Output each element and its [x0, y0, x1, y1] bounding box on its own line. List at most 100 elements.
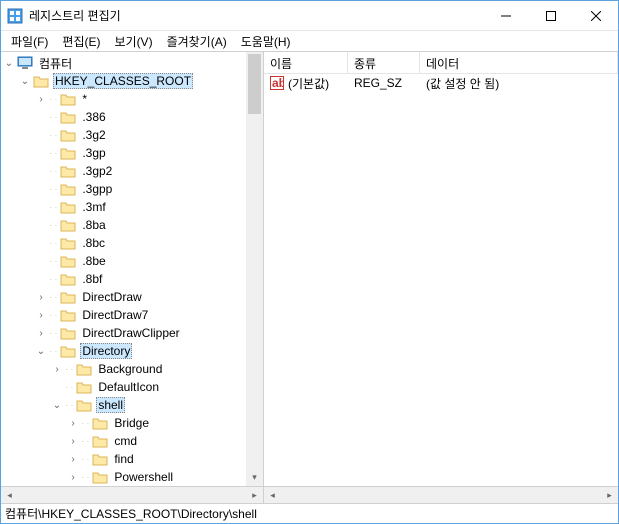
tree-guide-dots: ·· — [49, 293, 60, 302]
menu-edit[interactable]: 편집(E) — [56, 32, 106, 51]
tree-guide-dots: ·· — [81, 419, 92, 428]
tree-label-powershell: Powershell — [112, 470, 175, 484]
tree-label-hkcr: HKEY_CLASSES_ROOT — [53, 73, 193, 89]
computer-icon — [17, 56, 33, 70]
chevron-right-icon[interactable]: › — [33, 310, 49, 321]
menu-favorites[interactable]: 즐겨찾기(A) — [161, 32, 233, 51]
chevron-right-icon[interactable]: › — [65, 472, 81, 483]
tree-guide-dots: ·· — [49, 185, 60, 194]
menu-file[interactable]: 파일(F) — [5, 32, 54, 51]
tree-node-ext_3gp[interactable]: ···.3gp — [1, 144, 263, 162]
tree-scroll-area[interactable]: ⌄ 컴퓨터 ⌄ HKEY_CLASSES_ROOT ›··*···.386···… — [1, 52, 263, 486]
content-splitter: ⌄ 컴퓨터 ⌄ HKEY_CLASSES_ROOT ›··*···.386···… — [1, 51, 618, 503]
chevron-right-icon[interactable]: › — [33, 292, 49, 303]
maximize-icon — [546, 11, 556, 21]
tree-node-ext_3gpp[interactable]: ···.3gpp — [1, 180, 263, 198]
titlebar: 레지스트리 편집기 — [1, 1, 618, 31]
tree-node-hkcr[interactable]: ⌄ HKEY_CLASSES_ROOT — [1, 72, 263, 90]
tree-guide-dots: ·· — [49, 347, 60, 356]
menubar: 파일(F) 편집(E) 보기(V) 즐겨찾기(A) 도움말(H) — [1, 31, 618, 51]
tree-node-ext_8be[interactable]: ···.8be — [1, 252, 263, 270]
chevron-down-icon[interactable]: ⌄ — [17, 76, 33, 87]
list-row[interactable]: ab (기본값) REG_SZ (값 설정 안 됨) — [264, 74, 618, 92]
tree-label-shell: shell — [96, 397, 125, 413]
window-controls — [483, 1, 618, 30]
tree-node-defaulticon[interactable]: ···DefaultIcon — [1, 378, 263, 396]
scroll-right-icon[interactable]: ▸ — [601, 487, 618, 504]
folder-icon — [76, 362, 92, 376]
tree-guide-dots: ·· — [65, 401, 76, 410]
tree-node-directdraw[interactable]: ›·· DirectDraw — [1, 288, 263, 306]
tree-vertical-scrollbar[interactable]: ▴ ▾ — [246, 52, 263, 486]
svg-text:ab: ab — [272, 76, 284, 90]
folder-icon — [60, 182, 76, 196]
tree-label-ext_3gp: .3gp — [80, 146, 107, 160]
chevron-down-icon[interactable]: ⌄ — [33, 346, 49, 357]
tree-node-ext_8ba[interactable]: ···.8ba — [1, 216, 263, 234]
close-button[interactable] — [573, 1, 618, 30]
folder-icon — [92, 416, 108, 430]
window-title: 레지스트리 편집기 — [29, 7, 483, 24]
chevron-down-icon[interactable]: ⌄ — [49, 400, 65, 411]
tree-node-powershell[interactable]: ›··Powershell — [1, 468, 263, 486]
tree-label-directdraw: DirectDraw — [80, 290, 143, 304]
tree-node-find[interactable]: ›··find — [1, 450, 263, 468]
menu-help[interactable]: 도움말(H) — [235, 32, 297, 51]
chevron-right-icon[interactable]: › — [33, 94, 49, 105]
column-header-type[interactable]: 종류 — [348, 52, 420, 73]
tree-node-star[interactable]: ›··* — [1, 90, 263, 108]
tree-node-shell[interactable]: ⌄·· shell — [1, 396, 263, 414]
list-header: 이름 종류 데이터 — [264, 52, 618, 74]
regedit-app-icon — [7, 8, 23, 24]
cell-name-text: (기본값) — [288, 75, 329, 92]
tree-node-ext_3g2[interactable]: ···.3g2 — [1, 126, 263, 144]
tree-guide-dots: ·· — [49, 149, 60, 158]
scroll-right-icon[interactable]: ▸ — [246, 487, 263, 504]
list-horizontal-scrollbar[interactable]: ◂ ▸ — [264, 486, 618, 503]
menu-view[interactable]: 보기(V) — [108, 32, 158, 51]
tree-node-ext_8bc[interactable]: ···.8bc — [1, 234, 263, 252]
tree-label-ext_8ba: .8ba — [80, 218, 107, 232]
tree-node-directdrawclipper[interactable]: ›··DirectDrawClipper — [1, 324, 263, 342]
tree-node-background[interactable]: ›··Background — [1, 360, 263, 378]
folder-icon — [60, 254, 76, 268]
scroll-left-icon[interactable]: ◂ — [264, 487, 281, 504]
folder-icon — [60, 308, 76, 322]
minimize-button[interactable] — [483, 1, 528, 30]
list-body[interactable]: ab (기본값) REG_SZ (값 설정 안 됨) — [264, 74, 618, 486]
tree-node-ext_3gp2[interactable]: ···.3gp2 — [1, 162, 263, 180]
scroll-thumb[interactable] — [248, 54, 261, 114]
chevron-right-icon[interactable]: › — [65, 454, 81, 465]
chevron-right-icon[interactable]: › — [65, 436, 81, 447]
tree-node-cmd[interactable]: ›·· cmd — [1, 432, 263, 450]
list-pane: 이름 종류 데이터 ab (기본값) REG_SZ (값 설정 안 됨) ◂ ▸ — [264, 52, 618, 503]
statusbar: 컴퓨터\HKEY_CLASSES_ROOT\Directory\shell — [1, 503, 618, 523]
tree-horizontal-scrollbar[interactable]: ◂ ▸ — [1, 486, 263, 503]
tree-guide-dots: ·· — [81, 437, 92, 446]
chevron-right-icon[interactable]: › — [33, 328, 49, 339]
tree-node-ext_386[interactable]: ···.386 — [1, 108, 263, 126]
folder-icon — [60, 146, 76, 160]
folder-icon — [60, 326, 76, 340]
folder-icon — [76, 380, 92, 394]
maximize-button[interactable] — [528, 1, 573, 30]
scroll-down-icon[interactable]: ▾ — [246, 469, 263, 486]
chevron-down-icon[interactable]: ⌄ — [1, 58, 17, 69]
column-header-name[interactable]: 이름 — [264, 52, 348, 73]
folder-icon — [33, 74, 49, 88]
tree-label-cmd: cmd — [112, 434, 139, 448]
tree-node-bridge[interactable]: ›·· Bridge — [1, 414, 263, 432]
tree-node-directory[interactable]: ⌄·· Directory — [1, 342, 263, 360]
tree-node-ext_8bf[interactable]: ···.8bf — [1, 270, 263, 288]
column-header-data[interactable]: 데이터 — [420, 52, 618, 73]
scroll-left-icon[interactable]: ◂ — [1, 487, 18, 504]
folder-icon — [60, 344, 76, 358]
tree-label-directory: Directory — [80, 343, 132, 359]
tree-label-ext_3g2: .3g2 — [80, 128, 107, 142]
chevron-right-icon[interactable]: › — [65, 418, 81, 429]
tree-label-bridge: Bridge — [112, 416, 151, 430]
chevron-right-icon[interactable]: › — [49, 364, 65, 375]
tree-node-computer[interactable]: ⌄ 컴퓨터 — [1, 54, 263, 72]
tree-node-directdraw7[interactable]: ›··DirectDraw7 — [1, 306, 263, 324]
tree-node-ext_3mf[interactable]: ···.3mf — [1, 198, 263, 216]
